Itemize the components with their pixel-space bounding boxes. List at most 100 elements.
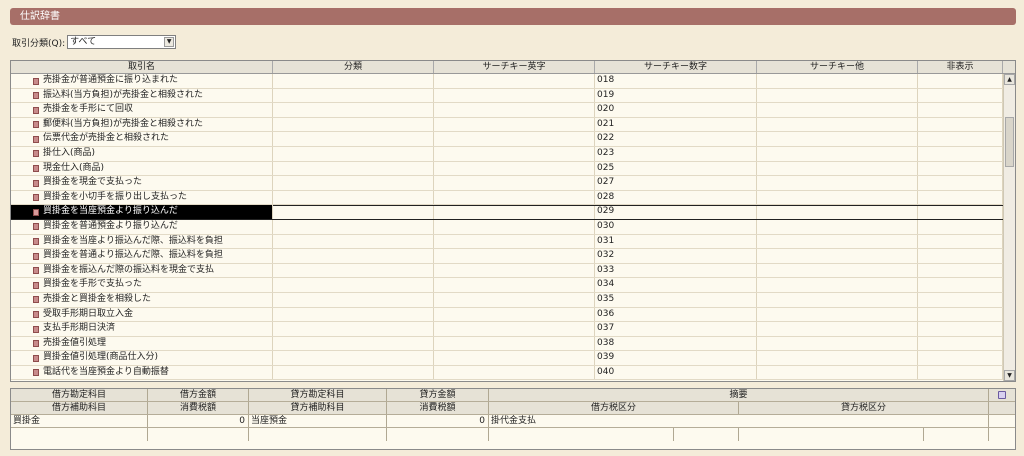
- cell-name[interactable]: 売掛金と買掛金を相殺した: [11, 292, 273, 307]
- table-row[interactable]: 伝票代金が売掛金と相殺された 022: [11, 132, 1004, 147]
- cell-search-alpha[interactable]: [434, 219, 595, 234]
- cell-category[interactable]: [273, 307, 434, 322]
- cell-name[interactable]: 買掛金を振込んだ際の振込料を現金で支払: [11, 263, 273, 278]
- cell-name[interactable]: 買掛金を小切手を振り出し支払った: [11, 190, 273, 205]
- cell-search-number[interactable]: 040: [595, 365, 757, 380]
- cell-hidden[interactable]: [918, 365, 1003, 380]
- table-row[interactable]: 売掛金が普通預金に振り込まれた 018: [11, 74, 1004, 89]
- cell-search-alpha[interactable]: [434, 146, 595, 161]
- cell-search-number[interactable]: 038: [595, 336, 757, 351]
- cell-search-other[interactable]: [757, 190, 918, 205]
- cell-hidden[interactable]: [918, 336, 1003, 351]
- cell-hidden[interactable]: [918, 161, 1003, 176]
- cell-category[interactable]: [273, 117, 434, 132]
- cell-search-other[interactable]: [757, 103, 918, 117]
- cell-search-alpha[interactable]: [434, 278, 595, 292]
- cell-search-other[interactable]: [757, 74, 918, 88]
- cell-search-other[interactable]: [757, 88, 918, 103]
- cell-hidden[interactable]: [918, 176, 1003, 190]
- scroll-thumb[interactable]: [1005, 117, 1014, 167]
- cell-search-alpha[interactable]: [434, 161, 595, 176]
- cell-category[interactable]: [273, 365, 434, 380]
- cell-search-alpha[interactable]: [434, 336, 595, 351]
- cell-search-alpha[interactable]: [434, 117, 595, 132]
- cell-search-alpha[interactable]: [434, 322, 595, 336]
- table-row[interactable]: 現金仕入(商品) 025: [11, 161, 1004, 177]
- cell-category[interactable]: [273, 190, 434, 205]
- table-row[interactable]: 売掛金を手形にて回収 020: [11, 103, 1004, 118]
- cell-search-number[interactable]: 022: [595, 132, 757, 146]
- credit-tax-field[interactable]: [387, 428, 489, 441]
- cell-category[interactable]: [273, 88, 434, 103]
- cell-search-number[interactable]: 037: [595, 322, 757, 336]
- cell-search-other[interactable]: [757, 365, 918, 380]
- cell-hidden[interactable]: [918, 190, 1003, 205]
- debit-tax-rate-field[interactable]: [674, 428, 739, 441]
- cell-name[interactable]: 振込料(当方負担)が売掛金と相殺された: [11, 88, 273, 103]
- cell-category[interactable]: [273, 161, 434, 176]
- cell-hidden[interactable]: [918, 103, 1003, 117]
- table-row[interactable]: 振込料(当方負担)が売掛金と相殺された 019: [11, 88, 1004, 104]
- cell-search-number[interactable]: 020: [595, 103, 757, 117]
- cell-search-number[interactable]: 029: [595, 205, 757, 219]
- table-row[interactable]: 買掛金を普通預金より振り込んだ 030: [11, 219, 1004, 235]
- scroll-up-icon[interactable]: ▲: [1004, 74, 1015, 85]
- table-row[interactable]: 買掛金を普通より振込んだ際、振込料を負担 032: [11, 249, 1004, 264]
- cell-name[interactable]: 伝票代金が売掛金と相殺された: [11, 132, 273, 146]
- cell-search-alpha[interactable]: [434, 263, 595, 278]
- table-row[interactable]: 掛仕入(商品) 023: [11, 146, 1004, 162]
- col-header-search-other[interactable]: サーチキー他: [757, 61, 918, 73]
- credit-account-field[interactable]: 当座預金: [249, 415, 387, 427]
- cell-hidden[interactable]: [918, 117, 1003, 132]
- table-row[interactable]: 買掛金を振込んだ際の振込料を現金で支払 033: [11, 263, 1004, 279]
- cell-search-alpha[interactable]: [434, 234, 595, 249]
- table-row[interactable]: 買掛金を当座預金より振り込んだ 029: [11, 205, 1004, 220]
- credit-amount-field[interactable]: 0: [387, 415, 489, 427]
- cell-hidden[interactable]: [918, 132, 1003, 146]
- cell-search-number[interactable]: 036: [595, 307, 757, 322]
- col-header-category[interactable]: 分類: [273, 61, 434, 73]
- debit-sub-account-field[interactable]: [11, 428, 148, 441]
- cell-hidden[interactable]: [918, 307, 1003, 322]
- cell-search-number[interactable]: 019: [595, 88, 757, 103]
- debit-tax-class-field[interactable]: [489, 428, 674, 441]
- cell-category[interactable]: [273, 74, 434, 88]
- cell-search-alpha[interactable]: [434, 176, 595, 190]
- cell-hidden[interactable]: [918, 146, 1003, 161]
- cell-category[interactable]: [273, 322, 434, 336]
- cell-search-alpha[interactable]: [434, 190, 595, 205]
- table-row[interactable]: 電話代を当座預金より自動振替 040: [11, 365, 1004, 381]
- cell-search-other[interactable]: [757, 146, 918, 161]
- cell-name[interactable]: 郵便料(当方負担)が売掛金と相殺された: [11, 117, 273, 132]
- cell-search-other[interactable]: [757, 336, 918, 351]
- cell-search-number[interactable]: 027: [595, 176, 757, 190]
- cell-search-alpha[interactable]: [434, 365, 595, 380]
- cell-search-other[interactable]: [757, 234, 918, 249]
- cell-hidden[interactable]: [918, 249, 1003, 263]
- cell-search-alpha[interactable]: [434, 307, 595, 322]
- clipboard-icon[interactable]: [998, 391, 1006, 399]
- cell-search-other[interactable]: [757, 205, 918, 219]
- cell-category[interactable]: [273, 103, 434, 117]
- credit-sub-account-field[interactable]: [249, 428, 387, 441]
- cell-search-other[interactable]: [757, 263, 918, 278]
- col-header-search-number[interactable]: サーチキー数字: [595, 61, 757, 73]
- col-header-hidden[interactable]: 非表示: [918, 61, 1003, 73]
- cell-search-number[interactable]: 023: [595, 146, 757, 161]
- cell-search-alpha[interactable]: [434, 249, 595, 263]
- credit-tax-rate-field[interactable]: [924, 428, 989, 441]
- table-row[interactable]: 買掛金を手形で支払った 034: [11, 278, 1004, 293]
- cell-name[interactable]: 買掛金を当座より振込んだ際、振込料を負担: [11, 234, 273, 249]
- table-row[interactable]: 郵便料(当方負担)が売掛金と相殺された 021: [11, 117, 1004, 133]
- table-row[interactable]: 売掛金値引処理 038: [11, 336, 1004, 352]
- cell-name[interactable]: 売掛金が普通預金に振り込まれた: [11, 74, 273, 88]
- cell-category[interactable]: [273, 278, 434, 292]
- cell-search-number[interactable]: 025: [595, 161, 757, 176]
- cell-search-number[interactable]: 021: [595, 117, 757, 132]
- cell-hidden[interactable]: [918, 74, 1003, 88]
- cell-search-alpha[interactable]: [434, 132, 595, 146]
- cell-name[interactable]: 支払手形期日決済: [11, 322, 273, 336]
- credit-tax-class-field[interactable]: [739, 428, 924, 441]
- cell-category[interactable]: [273, 146, 434, 161]
- cell-category[interactable]: [273, 176, 434, 190]
